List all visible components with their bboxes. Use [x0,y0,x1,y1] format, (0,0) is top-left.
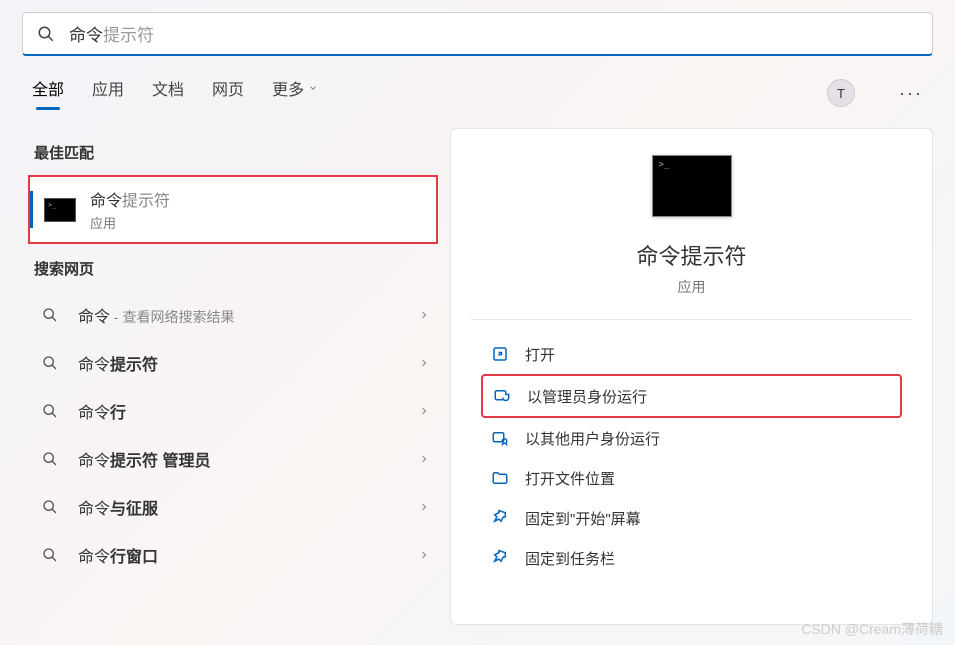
search-icon [42,403,60,419]
web-suggestion-text: 命令提示符 管理员 [78,447,418,471]
more-menu-button[interactable]: ··· [899,83,923,104]
tab-more-label: 更多 [272,76,304,100]
action-open[interactable]: 打开 [481,334,902,374]
preview-title: 命令提示符 [636,239,746,271]
best-match-typed: 命令 [90,193,122,210]
web-suggestion-text: 命令 - 查看网络搜索结果 [78,303,418,327]
chevron-right-icon [418,357,430,369]
web-suggestion-text: 命令与征服 [78,495,418,519]
tab-more[interactable]: 更多 [272,76,318,110]
chevron-right-icon [418,549,430,561]
chevron-right-icon [418,309,430,321]
web-suggestion-text: 命令提示符 [78,351,418,375]
action-pin-start[interactable]: 固定到"开始"屏幕 [481,498,902,538]
web-suggestion[interactable]: 命令行窗口 [28,531,438,579]
action-label: 打开文件位置 [525,468,615,489]
web-suggestions-list: 命令 - 查看网络搜索结果 命令提示符 命令行 命令提示符 管理员 命令与征服 [28,291,438,579]
web-suggestion[interactable]: 命令行 [28,387,438,435]
divider [471,319,912,320]
web-suggestion[interactable]: 命令提示符 [28,339,438,387]
action-label: 固定到"开始"屏幕 [525,508,641,529]
search-box[interactable]: 命令提示符 [22,12,933,56]
search-icon [42,547,60,563]
tab-web[interactable]: 网页 [212,76,244,110]
cmd-icon-large [652,155,732,217]
web-suggestion[interactable]: 命令与征服 [28,483,438,531]
open-icon [489,343,511,365]
cmd-icon [44,198,76,222]
best-match-heading: 最佳匹配 [34,142,432,163]
web-suggestion-text: 命令行 [78,399,418,423]
tab-apps[interactable]: 应用 [92,76,124,110]
best-match-result[interactable]: 命令提示符 应用 [28,175,438,244]
search-completion-text: 提示符 [103,21,154,46]
chevron-down-icon [308,83,318,93]
user-run-icon [489,427,511,449]
action-label: 以其他用户身份运行 [525,428,660,449]
action-run-as-admin[interactable]: 以管理员身份运行 [481,374,902,418]
preview-panel: 命令提示符 应用 打开 以管理员身份运行 以其他用户身份运行 打开文件位置 [450,128,933,625]
search-icon [42,307,60,323]
search-icon [42,355,60,371]
action-run-as-user[interactable]: 以其他用户身份运行 [481,418,902,458]
web-search-heading: 搜索网页 [34,258,432,279]
web-suggestion[interactable]: 命令 - 查看网络搜索结果 [28,291,438,339]
search-icon [42,451,60,467]
tab-documents[interactable]: 文档 [152,76,184,110]
best-match-title: 命令提示符 [90,187,170,211]
action-label: 以管理员身份运行 [527,386,647,407]
action-open-file-location[interactable]: 打开文件位置 [481,458,902,498]
best-match-subtitle: 应用 [90,213,170,232]
chevron-right-icon [418,405,430,417]
preview-subtitle: 应用 [678,277,706,297]
search-typed-text: 命令 [69,21,103,46]
pin-icon [489,547,511,569]
search-icon [42,499,60,515]
action-pin-taskbar[interactable]: 固定到任务栏 [481,538,902,578]
pin-icon [489,507,511,529]
tab-all[interactable]: 全部 [32,76,64,110]
action-label: 打开 [525,344,555,365]
best-match-rest: 提示符 [122,193,170,210]
action-label: 固定到任务栏 [525,548,615,569]
chevron-right-icon [418,453,430,465]
chevron-right-icon [418,501,430,513]
tabs-bar: 全部 应用 文档 网页 更多 T ··· [0,56,955,110]
admin-shield-icon [491,385,513,407]
search-icon [37,25,55,43]
avatar[interactable]: T [827,79,855,107]
folder-icon [489,467,511,489]
web-suggestion[interactable]: 命令提示符 管理员 [28,435,438,483]
web-suggestion-text: 命令行窗口 [78,543,418,567]
